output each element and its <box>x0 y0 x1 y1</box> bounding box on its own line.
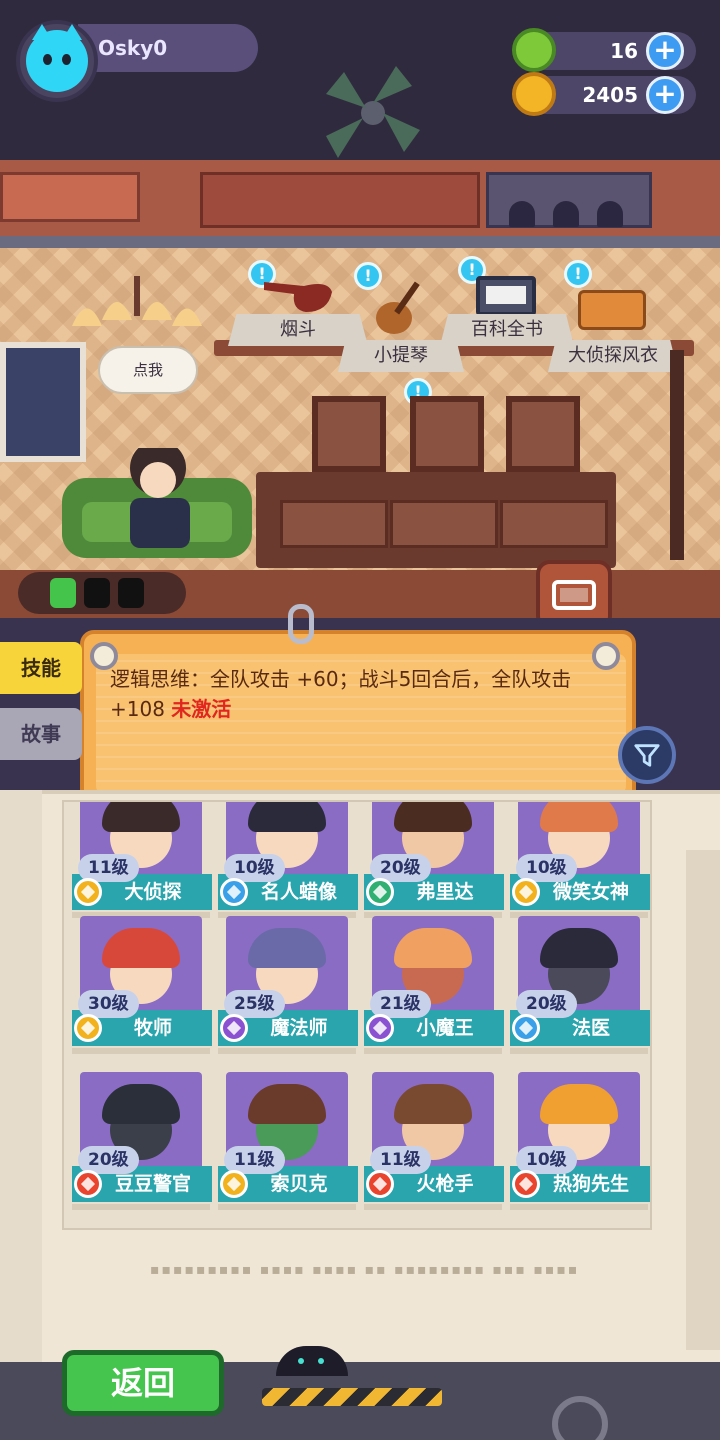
ceiling-fan-icon <box>326 66 420 158</box>
character-hair <box>540 928 618 968</box>
book-page-edge <box>686 850 720 1350</box>
cat-face-icon <box>26 24 88 92</box>
skill-status: 未激活 <box>171 697 232 721</box>
character-hair <box>540 802 618 832</box>
paperclip-icon <box>288 604 314 644</box>
tab-skill[interactable]: 技能 <box>0 642 82 694</box>
pipe-icon <box>264 282 332 312</box>
planet-coin-icon <box>512 72 556 116</box>
card-shadow <box>364 1204 502 1210</box>
currency-value: 16 <box>610 39 638 63</box>
book-icon <box>552 580 596 610</box>
character-card[interactable]: 名人蜡像 10级 <box>218 802 358 920</box>
character-hair <box>394 1084 472 1124</box>
filter-icon <box>634 744 660 767</box>
rarity-badge-icon <box>366 878 394 906</box>
character-card[interactable]: 魔法师 25级 <box>218 908 358 1056</box>
portrait-frame <box>410 396 484 472</box>
rarity-badge-icon <box>74 1170 102 1198</box>
character-grid[interactable]: 大侦探 11级 名人蜡像 10级 弗里达 20级 微笑女神 10级牧师 30级 魔法师 25级 小魔王… <box>62 800 652 1230</box>
ceiling-trim <box>0 236 720 248</box>
chandelier-icon <box>72 276 202 326</box>
card-shadow <box>364 1048 502 1054</box>
card-shadow <box>510 1048 648 1054</box>
character-card[interactable]: 大侦探 11级 <box>72 802 212 920</box>
detective-character[interactable] <box>62 448 252 566</box>
rarity-badge-icon <box>220 878 248 906</box>
battery-slot <box>84 578 110 608</box>
rarity-badge-icon <box>74 1014 102 1042</box>
character-hair <box>248 1084 326 1124</box>
character-card[interactable]: 小魔王 21级 <box>364 908 504 1056</box>
card-shadow <box>218 1204 356 1210</box>
rarity-badge-icon <box>512 878 540 906</box>
back-button[interactable]: 返回 <box>62 1350 224 1416</box>
rarity-badge-icon <box>512 1014 540 1042</box>
card-shadow <box>218 1048 356 1054</box>
currency-value: 2405 <box>582 83 638 107</box>
rarity-badge-icon <box>74 878 102 906</box>
item-label-encyclopedia[interactable]: 百科全书 <box>440 314 574 346</box>
upper-shelf <box>0 160 720 240</box>
tap-me-bubble[interactable]: 点我 <box>98 346 198 394</box>
skill-description: 逻辑思维：全队攻击 +60；战斗5回合后，全队攻击 +108 未激活 <box>110 664 610 724</box>
character-card[interactable]: 豆豆警官 20级 <box>72 1064 212 1212</box>
character-hair <box>248 928 326 968</box>
character-hair <box>540 1084 618 1124</box>
tab-story[interactable]: 故事 <box>0 708 82 760</box>
window <box>0 342 86 462</box>
character-hair <box>102 928 180 968</box>
add-currency-button[interactable]: + <box>646 76 684 114</box>
book-page-edge <box>0 790 42 1370</box>
portrait-frame <box>506 396 580 472</box>
player-name: Osky0 <box>98 36 168 60</box>
hazard-stripe <box>262 1388 442 1406</box>
item-label-coat[interactable]: 大侦探风衣 <box>548 340 678 372</box>
coat-icon <box>578 290 646 330</box>
add-currency-button[interactable]: + <box>646 32 684 70</box>
portrait-frame <box>312 396 386 472</box>
card-shadow <box>510 1204 648 1210</box>
character-card[interactable]: 索贝克 11级 <box>218 1064 358 1212</box>
rarity-badge-icon <box>512 1170 540 1198</box>
character-hair <box>394 802 472 832</box>
character-card[interactable]: 牧师 30级 <box>72 908 212 1056</box>
rarity-badge-icon <box>366 1014 394 1042</box>
character-card[interactable]: 微笑女神 10级 <box>510 802 650 920</box>
character-hair <box>394 928 472 968</box>
character-hair <box>248 802 326 832</box>
encyclopedia-icon <box>476 276 536 316</box>
rarity-badge-icon <box>366 1170 394 1198</box>
card-shadow <box>72 1204 210 1210</box>
energy-bar <box>18 572 186 614</box>
coat-rack <box>670 350 684 560</box>
character-card[interactable]: 热狗先生 10级 <box>510 1064 650 1212</box>
character-card[interactable]: 弗里达 20级 <box>364 802 504 920</box>
filter-button[interactable] <box>618 726 676 784</box>
character-hair <box>102 1084 180 1124</box>
card-shadow <box>72 1048 210 1054</box>
donut-coin-icon <box>512 28 556 72</box>
player-avatar[interactable] <box>16 20 98 102</box>
character-hair <box>102 802 180 832</box>
violin-icon <box>376 281 420 334</box>
character-card[interactable]: 法医 20级 <box>510 908 650 1056</box>
battery-slot <box>118 578 144 608</box>
rarity-badge-icon <box>220 1014 248 1042</box>
rarity-badge-icon <box>220 1170 248 1198</box>
desk <box>256 472 616 568</box>
battery-icon <box>50 578 76 608</box>
notice-icon[interactable] <box>564 260 592 288</box>
character-card[interactable]: 火枪手 11级 <box>364 1064 504 1212</box>
faded-page-text: ▪▪▪▪▪▪▪▪▪ ▪▪▪▪ ▪▪▪▪ ▪▪ ▪▪▪▪▪▪▪▪ ▪▪▪ ▪▪▪▪ <box>150 1262 580 1278</box>
